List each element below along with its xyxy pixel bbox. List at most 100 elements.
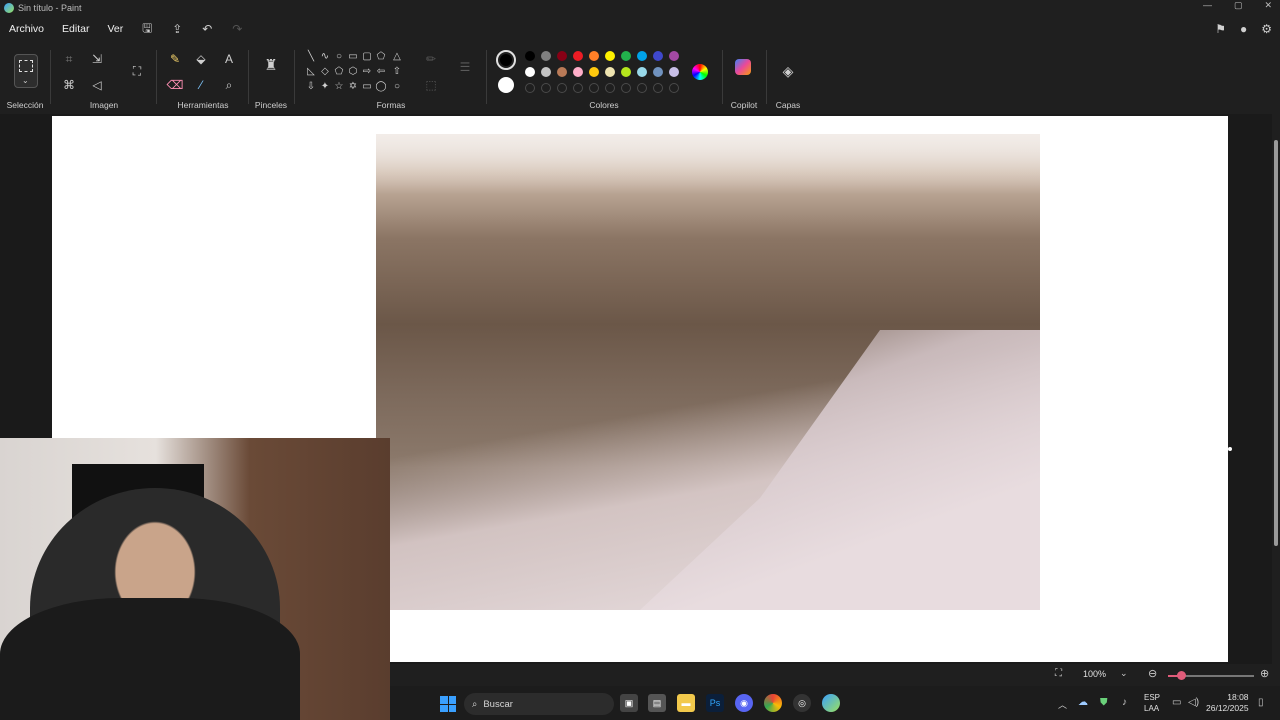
photoshop-icon[interactable]: Ps xyxy=(706,694,724,712)
zoom-dropdown-chevron-icon[interactable]: ⌄ xyxy=(1120,668,1128,679)
color-swatch[interactable] xyxy=(669,83,679,93)
color-swatch[interactable] xyxy=(525,83,535,93)
fill-style-icon[interactable]: ⬚ xyxy=(422,76,440,94)
paint-taskbar-icon[interactable] xyxy=(822,694,840,712)
zoom-value[interactable]: 100% xyxy=(1083,669,1106,679)
color-swatch[interactable] xyxy=(525,67,535,77)
outline-icon[interactable]: ✏ xyxy=(422,50,440,68)
color-swatch[interactable] xyxy=(573,83,583,93)
color-swatch[interactable] xyxy=(589,51,599,61)
share-icon[interactable]: ⇪ xyxy=(162,22,192,36)
color-swatch[interactable] xyxy=(653,51,663,61)
close-button[interactable]: ✕ xyxy=(1264,0,1272,11)
start-button[interactable] xyxy=(440,696,456,712)
obs-icon[interactable]: ◎ xyxy=(793,694,811,712)
color-swatch[interactable] xyxy=(589,83,599,93)
network-icon[interactable]: ▭ xyxy=(1172,697,1181,708)
color-swatch[interactable] xyxy=(605,67,615,77)
canvas-resize-handle[interactable] xyxy=(1228,447,1232,451)
fit-to-window-icon[interactable]: ⛶ xyxy=(1055,668,1062,679)
zoom-in-icon[interactable]: ⊕ xyxy=(1260,667,1269,680)
color-swatch[interactable] xyxy=(637,51,647,61)
input-language[interactable]: ESP LAA xyxy=(1144,692,1160,714)
discord-icon[interactable]: ◉ xyxy=(735,694,753,712)
zoom-slider-thumb[interactable] xyxy=(1176,671,1186,680)
fill-icon[interactable]: ⬙ xyxy=(192,50,210,68)
notification-icon[interactable]: ▯ xyxy=(1258,697,1264,708)
color-swatch[interactable] xyxy=(653,67,663,77)
color-swatch[interactable] xyxy=(541,67,551,77)
chrome-icon[interactable] xyxy=(764,694,782,712)
text-icon[interactable]: A xyxy=(220,50,238,68)
volume-icon[interactable]: ◁) xyxy=(1188,697,1199,708)
stroke-size-icon[interactable]: ☰ xyxy=(456,58,474,76)
colors-label: Colores xyxy=(589,100,619,110)
menu-file[interactable]: Archivo xyxy=(0,23,53,35)
brush-icon[interactable]: ♜ xyxy=(262,56,280,74)
shapes-label: Formas xyxy=(376,100,406,110)
color-swatch[interactable] xyxy=(669,67,679,77)
image-select-icon[interactable]: ⛶ xyxy=(128,62,146,80)
crop-icon[interactable]: ⌗ xyxy=(60,50,78,68)
minimize-button[interactable]: — xyxy=(1203,0,1212,11)
color-swatch[interactable] xyxy=(557,51,567,61)
selection-group: ⌄ Selección xyxy=(0,42,50,114)
color-swatch[interactable] xyxy=(541,83,551,93)
primary-color-swatch[interactable] xyxy=(496,50,516,70)
color-swatch[interactable] xyxy=(621,51,631,61)
color-swatch[interactable] xyxy=(669,51,679,61)
save-icon[interactable]: 🖫 xyxy=(132,19,162,40)
color-swatch[interactable] xyxy=(573,51,583,61)
tray-overflow-icon[interactable]: ︿ xyxy=(1058,698,1067,711)
maximize-button[interactable]: ▢ xyxy=(1234,0,1243,11)
color-swatch[interactable] xyxy=(621,83,631,93)
copilot-icon[interactable] xyxy=(735,59,751,75)
color-swatch[interactable] xyxy=(557,83,567,93)
color-swatch[interactable] xyxy=(557,67,567,77)
colors-group: Colores xyxy=(488,42,720,114)
color-swatch[interactable] xyxy=(541,51,551,61)
microphone-icon[interactable]: ♪ xyxy=(1122,697,1127,708)
redo-icon[interactable]: ↷ xyxy=(222,22,252,36)
menu-edit[interactable]: Editar xyxy=(53,23,98,35)
keyboard-layout: LAA xyxy=(1144,704,1160,713)
taskbar-search-box[interactable]: ⌕ Buscar xyxy=(464,693,614,715)
settings-icon[interactable]: ⚙ xyxy=(1261,22,1272,36)
color-swatch[interactable] xyxy=(589,67,599,77)
task-view-icon[interactable]: ▣ xyxy=(620,694,638,712)
scrollbar-thumb[interactable] xyxy=(1274,140,1278,546)
notepad-icon[interactable]: ▤ xyxy=(648,694,666,712)
rotate-icon[interactable]: ◁ xyxy=(88,76,106,94)
color-swatch[interactable] xyxy=(637,67,647,77)
color-swatch[interactable] xyxy=(605,51,615,61)
account-icon[interactable]: ● xyxy=(1240,22,1247,36)
resize-icon[interactable]: ⇲ xyxy=(88,50,106,68)
menu-view[interactable]: Ver xyxy=(98,23,132,35)
cloud-callout-shape-icon[interactable]: ○ xyxy=(388,77,406,95)
layers-icon[interactable]: ◈ xyxy=(779,62,797,80)
color-picker-icon[interactable]: ⁄ xyxy=(192,76,210,94)
color-swatch[interactable] xyxy=(605,83,615,93)
file-explorer-icon[interactable]: ▬ xyxy=(677,694,695,712)
onedrive-icon[interactable]: ☁ xyxy=(1078,697,1088,708)
feedback-icon[interactable]: ⚑ xyxy=(1215,22,1226,36)
undo-icon[interactable]: ↶ xyxy=(192,22,222,36)
color-swatch[interactable] xyxy=(653,83,663,93)
edit-colors-button[interactable] xyxy=(692,64,708,80)
clock[interactable]: 18:08 26/12/2025 xyxy=(1206,692,1249,714)
color-swatch[interactable] xyxy=(637,83,647,93)
eraser-icon[interactable]: ⌫ xyxy=(166,76,184,94)
color-swatch[interactable] xyxy=(621,67,631,77)
image-background-icon[interactable]: ⌘ xyxy=(60,76,78,94)
divider xyxy=(294,50,295,104)
select-tool-button[interactable]: ⌄ xyxy=(14,54,38,88)
brushes-group: ♜ Pinceles xyxy=(250,42,292,114)
magnifier-icon[interactable]: ⌕ xyxy=(220,76,238,94)
zoom-out-icon[interactable]: ⊖ xyxy=(1148,667,1157,680)
secondary-color-swatch[interactable] xyxy=(498,77,514,93)
pencil-icon[interactable]: ✎ xyxy=(166,50,184,68)
color-swatch[interactable] xyxy=(573,67,583,77)
streamer-shirt xyxy=(0,598,300,720)
color-swatch[interactable] xyxy=(525,51,535,61)
security-icon[interactable]: ⛊ xyxy=(1100,697,1108,708)
